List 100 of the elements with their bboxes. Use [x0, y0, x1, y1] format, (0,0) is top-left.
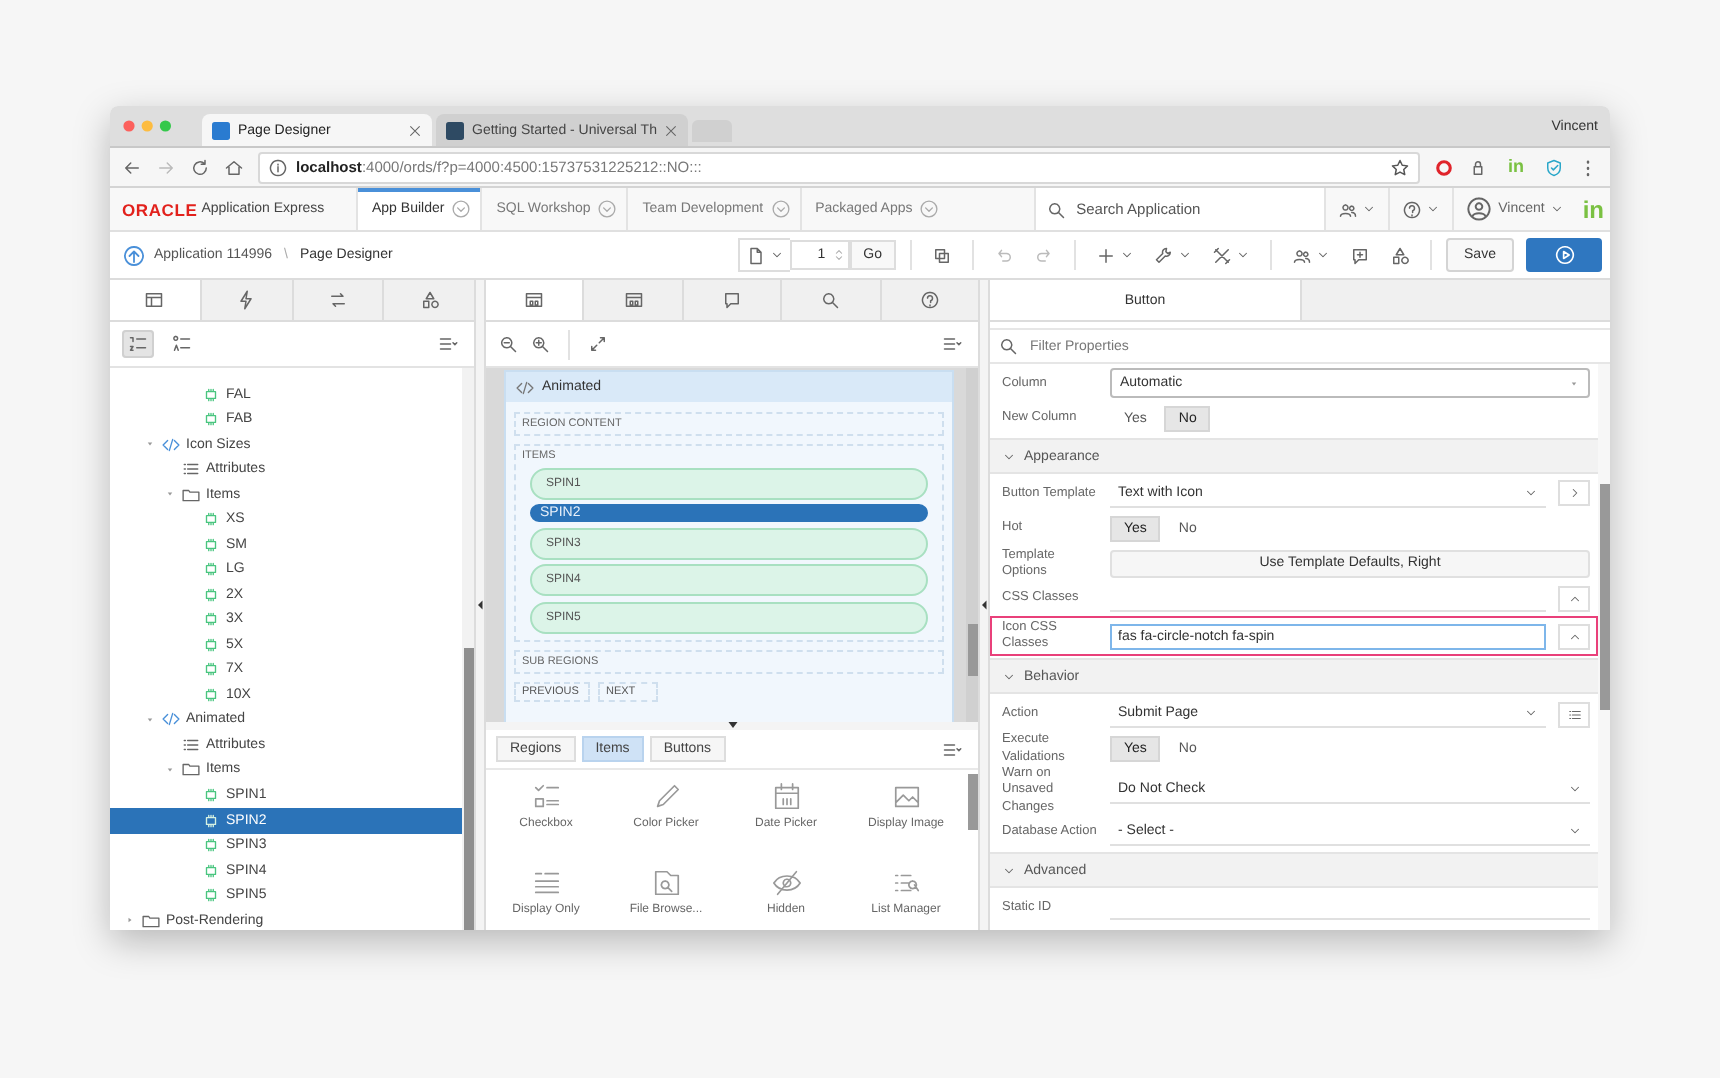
expand-caret-icon[interactable]: [143, 713, 155, 726]
wrench-icon: [1154, 245, 1174, 265]
folder-icon: [182, 760, 200, 779]
dropdown-icon: [1568, 377, 1580, 390]
help-icon: [919, 290, 940, 310]
caret-icon: [1550, 202, 1565, 216]
caret-icon: [769, 248, 784, 262]
list-icon: [1567, 707, 1581, 721]
scrollbar[interactable]: [966, 770, 978, 930]
caret-icon[interactable]: [598, 200, 617, 218]
chevron-down-icon: [1524, 485, 1538, 500]
caret-icon: [1426, 202, 1441, 216]
expand-caret-icon[interactable]: [143, 438, 155, 451]
back-icon[interactable]: [122, 157, 142, 177]
search-icon: [1046, 199, 1067, 219]
expand-caret-icon[interactable]: [163, 488, 175, 501]
zoom-out-icon[interactable]: [498, 334, 518, 354]
side-button[interactable]: [1558, 701, 1590, 727]
scrollbar[interactable]: [966, 368, 978, 722]
redo-icon[interactable]: [1034, 245, 1054, 265]
chevron-down-icon: [1568, 824, 1582, 839]
run-button[interactable]: [1526, 238, 1602, 272]
menu-icon[interactable]: [938, 334, 966, 354]
site-icon: [212, 121, 230, 139]
chevron-right-icon: [1567, 486, 1581, 501]
item-icon: [202, 560, 220, 579]
lock-icon[interactable]: [1468, 157, 1488, 177]
chevron-down-icon: [1524, 706, 1538, 720]
copy-icon[interactable]: [932, 245, 952, 265]
panel-tab[interactable]: [110, 280, 202, 320]
item-icon: [202, 886, 220, 905]
item-icon: [202, 685, 220, 704]
caret-icon[interactable]: [920, 200, 939, 218]
chevron-icon[interactable]: [1002, 863, 1016, 878]
zoom-in-icon[interactable]: [530, 334, 550, 354]
bookmark-star-icon[interactable]: [1390, 157, 1410, 177]
menu-icon[interactable]: [434, 334, 462, 354]
checkbox-icon[interactable]: [531, 782, 561, 812]
list-icon: [182, 735, 200, 754]
item-icon: [202, 535, 220, 554]
item-icon: [202, 385, 220, 404]
caret-icon: [1120, 248, 1134, 262]
site-icon: [446, 121, 464, 139]
collapse-arrow-icon[interactable]: [477, 600, 483, 610]
folder-icon: [182, 485, 200, 504]
avatar-icon: [1466, 196, 1493, 222]
home-icon[interactable]: [224, 157, 244, 177]
item-icon: [202, 836, 220, 855]
expand-caret-icon[interactable]: [163, 763, 175, 776]
forward-icon[interactable]: [156, 157, 176, 177]
image-icon[interactable]: [891, 782, 921, 812]
oracle-logo[interactable]: ORACLE: [122, 199, 198, 219]
users-icon: [1292, 245, 1312, 265]
collapse-arrow-icon[interactable]: [727, 722, 737, 728]
undo-icon[interactable]: [994, 245, 1014, 265]
tree-icon: [144, 290, 165, 310]
expand-icon[interactable]: [588, 334, 608, 354]
folder-search-icon[interactable]: [651, 868, 681, 898]
item-icon: [202, 585, 220, 604]
plus-icon: [1096, 245, 1116, 265]
collapse-arrow-icon[interactable]: [981, 600, 987, 610]
chevron-up-icon: [1567, 591, 1581, 606]
expand-caret-icon[interactable]: [123, 914, 135, 927]
caret-icon[interactable]: [771, 200, 790, 218]
layout-icon: [524, 290, 545, 310]
tools-icon: [1212, 245, 1232, 265]
chevron-icon[interactable]: [1002, 669, 1016, 684]
close-icon[interactable]: [664, 123, 679, 137]
caret-icon: [1236, 248, 1250, 262]
close-icon[interactable]: [408, 123, 422, 137]
shapes-icon[interactable]: [1390, 245, 1410, 265]
info-icon[interactable]: [268, 157, 288, 177]
view-toggle-button[interactable]: [122, 330, 154, 358]
search-icon: [998, 336, 1018, 356]
chevron-icon[interactable]: [1002, 449, 1016, 463]
calendar-icon[interactable]: [771, 782, 801, 812]
chevron-down-icon: [1568, 782, 1582, 797]
menu-icon[interactable]: [938, 739, 966, 759]
panel-tab[interactable]: [486, 280, 585, 320]
ring-icon[interactable]: [1434, 157, 1454, 177]
lightning-icon: [236, 290, 257, 310]
reload-icon[interactable]: [190, 157, 210, 177]
caret-icon: [1316, 248, 1330, 262]
color-picker-icon[interactable]: [651, 782, 681, 812]
shield-icon[interactable]: [1544, 157, 1564, 177]
page-type-button[interactable]: [737, 238, 790, 272]
code-icon: [162, 710, 180, 729]
text-lines-icon[interactable]: [531, 868, 561, 898]
spinner-icon[interactable]: [831, 244, 846, 266]
up-arrow-icon[interactable]: [122, 243, 146, 267]
comment-plus-icon[interactable]: [1350, 245, 1370, 265]
users-icon: [1338, 199, 1359, 219]
item-icon: [202, 660, 220, 679]
caret-icon[interactable]: [452, 200, 471, 218]
code-icon: [162, 435, 180, 454]
item-icon: [202, 785, 220, 804]
item-icon: [202, 861, 220, 880]
scrollbar[interactable]: [462, 368, 474, 930]
hidden-eye-icon[interactable]: [771, 868, 801, 898]
scrollbar[interactable]: [1598, 364, 1610, 930]
